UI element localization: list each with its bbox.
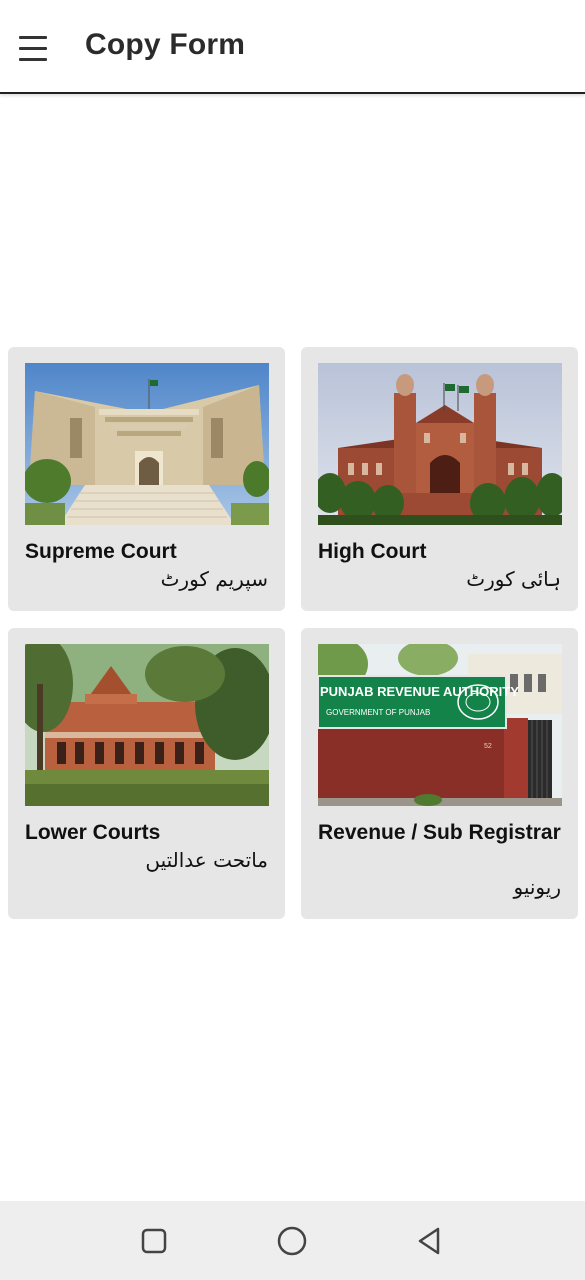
recent-apps-square-icon[interactable] <box>138 1225 170 1257</box>
supreme-court-photo <box>25 363 269 525</box>
card-title-ur: ہائی کورٹ <box>466 567 561 591</box>
lower-courts-photo <box>25 644 269 806</box>
revenue-authority-photo: PUNJAB REVENUE AUTHORITY GOVERNMENT OF P… <box>318 644 562 806</box>
high-court-photo <box>318 363 562 525</box>
door-number: 52 <box>484 743 492 750</box>
card-revenue-sub-registrar[interactable]: PUNJAB REVENUE AUTHORITY GOVERNMENT OF P… <box>301 628 578 919</box>
card-high-court[interactable]: High Court ہائی کورٹ <box>301 347 578 611</box>
card-title-en: Revenue / Sub Registrar <box>318 821 561 844</box>
card-title-ur: ریونیو <box>513 875 562 899</box>
card-supreme-court[interactable]: Supreme Court سپریم کورٹ <box>8 347 285 611</box>
card-title-ur: ماتحت عدالتیں <box>145 848 268 872</box>
back-triangle-icon[interactable] <box>414 1225 446 1257</box>
card-title-en: Lower Courts <box>25 821 161 844</box>
home-circle-icon[interactable] <box>276 1225 308 1257</box>
card-title-ur: سپریم کورٹ <box>160 567 268 591</box>
page-title: Copy Form <box>85 28 246 61</box>
hamburger-menu-icon[interactable] <box>18 34 50 62</box>
sign-line-1: PUNJAB REVENUE AUTHORITY <box>320 684 519 699</box>
card-title-en: Supreme Court <box>25 540 177 563</box>
app-bar: Copy Form <box>0 0 585 94</box>
card-title-en: High Court <box>318 540 427 563</box>
card-lower-courts[interactable]: Lower Courts ماتحت عدالتیں <box>8 628 285 919</box>
sign-line-2: GOVERNMENT OF PUNJAB <box>326 708 430 717</box>
system-navigation-bar <box>0 1201 585 1280</box>
